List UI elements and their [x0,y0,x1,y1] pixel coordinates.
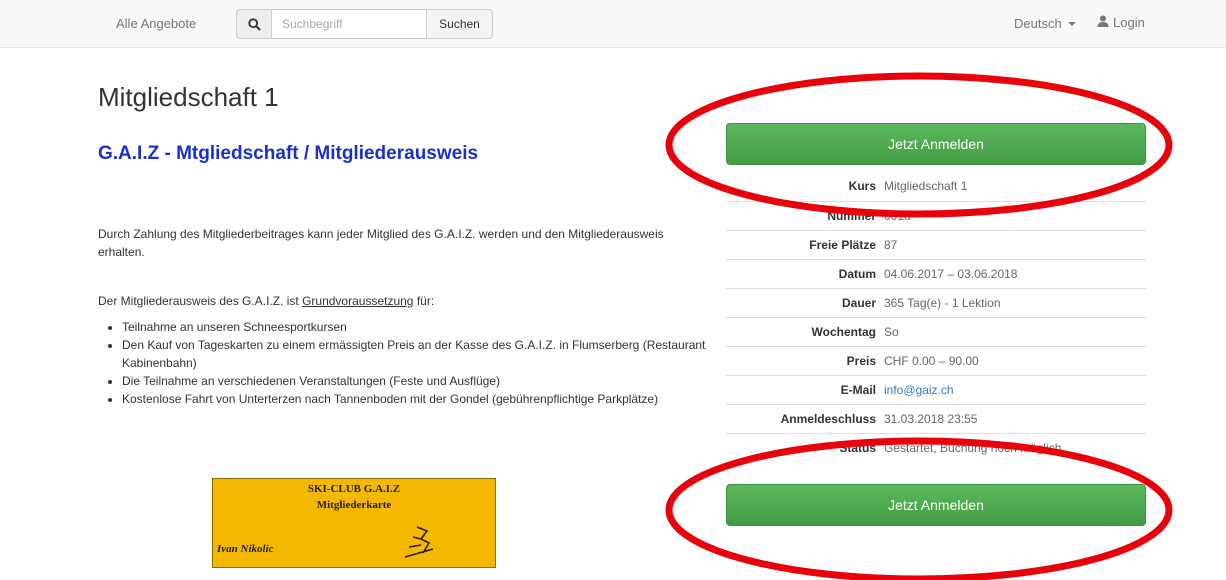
search-input[interactable] [271,9,427,39]
list-item: Die Teilnahme an verschiedenen Veranstal… [122,372,718,390]
detail-label: Datum [726,258,880,288]
detail-value: 04.06.2017 – 03.06.2018 [880,258,1146,288]
detail-value: 365 Tag(e) - 1 Lektion [880,287,1146,317]
requirement-emphasis: Grundvoraussetzung [302,294,414,308]
caret-down-icon [1067,21,1076,26]
detail-label: Nummer [726,200,880,230]
language-label: Deutsch [1014,16,1062,31]
benefits-list: Teilnahme an unseren Schneesportkursen D… [98,318,718,408]
detail-value: CHF 0.00 – 90.00 [880,345,1146,375]
top-navbar: Alle Angebote Suchen Deutsch Login [0,0,1226,48]
enroll-button-bottom[interactable]: Jetzt Anmelden [726,484,1146,526]
table-row: Wochentag So [726,316,1146,346]
detail-value: Gestartet, Buchung noch möglich [880,432,1146,462]
table-row: Status Gestartet, Buchung noch möglich [726,432,1146,462]
course-details-table: Kurs Mitgliedschaft 1 Nummer 001a Freie … [726,172,1146,462]
detail-label: Preis [726,345,880,375]
list-item: Kostenlose Fahrt von Unterterzen nach Ta… [122,390,718,408]
requirement-suffix: für: [413,294,435,308]
detail-value: 31.03.2018 23:55 [880,403,1146,433]
card-member-name: Ivan Nikolic [217,543,274,555]
detail-value: Mitgliedschaft 1 [884,179,968,194]
login-link[interactable]: Login [1097,15,1145,30]
card-club-name: SKI-CLUB G.A.I.Z [307,483,401,495]
search-button[interactable]: Suchen [427,9,493,39]
language-dropdown[interactable]: Deutsch [1014,16,1076,31]
skier-icon [404,526,434,558]
search-icon [236,9,271,39]
user-icon [1097,15,1109,30]
all-offers-link[interactable]: Alle Angebote [116,16,196,31]
requirement-prefix: Der Mitgliederausweis des G.A.I.Z. ist [98,294,303,308]
table-row: Kurs Mitgliedschaft 1 [726,172,1146,201]
detail-label: Status [726,432,880,462]
membership-card-image: SKI-CLUB G.A.I.Z Mitgliederkarte Ivan Ni… [212,478,496,568]
offer-subtitle: G.A.I.Z - Mtgliedschaft / Mitgliederausw… [98,143,479,164]
card-card-type: Mitgliederkarte [316,499,392,511]
detail-label: Freie Plätze [726,229,880,259]
table-row: Dauer 365 Tag(e) - 1 Lektion [726,287,1146,317]
search-group: Suchen [236,9,493,39]
enroll-button-top[interactable]: Jetzt Anmelden [726,123,1146,165]
table-row: Freie Plätze 87 [726,229,1146,259]
table-row: Anmeldeschluss 31.03.2018 23:55 [726,403,1146,433]
table-row: Preis CHF 0.00 – 90.00 [726,345,1146,375]
detail-value: info@gaiz.ch [880,374,1146,404]
detail-label: Kurs [848,179,876,194]
detail-label: Anmeldeschluss [726,403,880,433]
detail-value: 001a [880,200,1146,230]
detail-value: 87 [880,229,1146,259]
requirement-paragraph: Der Mitgliederausweis des G.A.I.Z. ist G… [98,292,434,310]
email-link[interactable]: info@gaiz.ch [884,383,954,397]
list-item: Teilnahme an unseren Schneesportkursen [122,318,718,336]
detail-label: E-Mail [726,374,880,404]
login-label: Login [1113,15,1145,30]
table-row: E-Mail info@gaiz.ch [726,374,1146,404]
detail-label: Wochentag [726,316,880,346]
list-item: Den Kauf von Tageskarten zu einem ermäss… [122,336,718,372]
table-row: Nummer 001a [726,200,1146,230]
table-row: Datum 04.06.2017 – 03.06.2018 [726,258,1146,288]
page-title: Mitgliedschaft 1 [98,82,279,112]
detail-label: Dauer [726,287,880,317]
detail-value: So [880,316,1146,346]
intro-paragraph: Durch Zahlung des Mitgliederbeitrages ka… [98,227,664,259]
